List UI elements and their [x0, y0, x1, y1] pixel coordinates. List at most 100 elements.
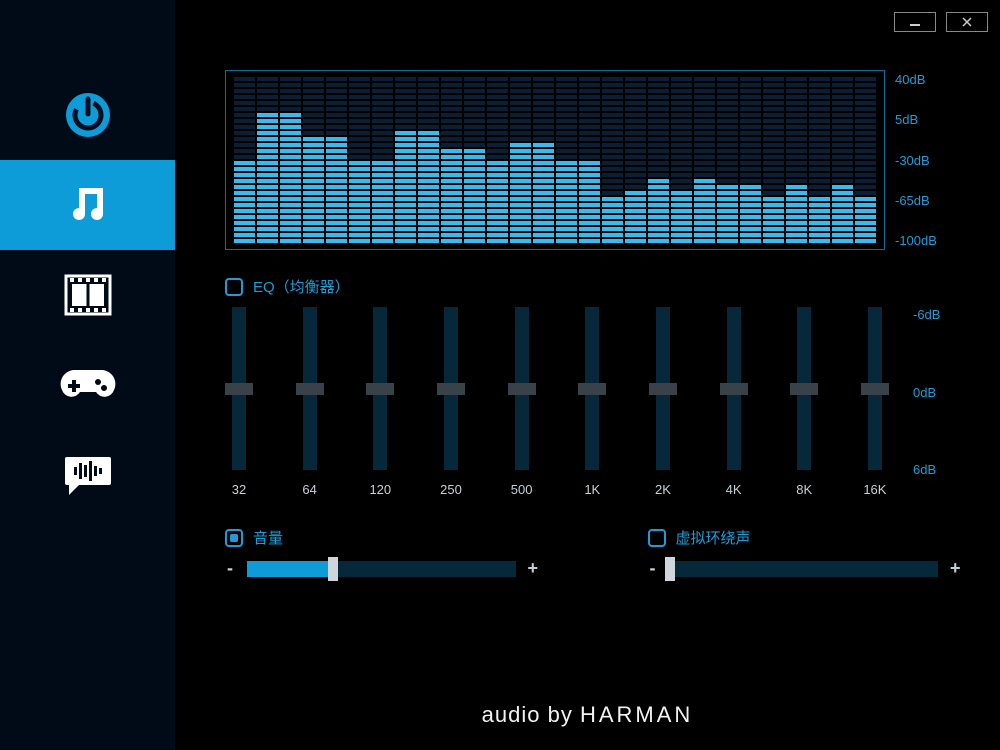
- surround-label: 虚拟环绕声: [676, 527, 751, 548]
- eq-slider-thumb[interactable]: [437, 383, 465, 395]
- spectrum-bar: [441, 77, 462, 243]
- eq-band: 8K: [790, 307, 818, 497]
- spectrum-scale-label: -30dB: [895, 153, 955, 168]
- eq-slider[interactable]: [797, 307, 811, 470]
- eq-slider[interactable]: [868, 307, 882, 470]
- eq-slider[interactable]: [232, 307, 246, 470]
- eq-band: 1K: [578, 307, 606, 497]
- eq-slider[interactable]: [303, 307, 317, 470]
- footer-branding: audio by HARMAN: [175, 702, 1000, 728]
- eq-slider-thumb[interactable]: [508, 383, 536, 395]
- volume-checkbox[interactable]: [225, 529, 243, 547]
- eq-band: 4K: [720, 307, 748, 497]
- spectrum-bar: [303, 77, 324, 243]
- surround-slider-thumb[interactable]: [665, 557, 675, 581]
- eq-scale-label: 6dB: [913, 462, 940, 477]
- eq-slider[interactable]: [515, 307, 529, 470]
- spectrum-analyzer: 40dB 5dB -30dB -65dB -100dB: [225, 70, 960, 250]
- eq-scale: -6dB 0dB 6dB: [913, 307, 940, 477]
- spectrum-bar: [349, 77, 370, 243]
- eq-freq-label: 64: [302, 482, 316, 497]
- spectrum-bar: [579, 77, 600, 243]
- eq-slider-thumb[interactable]: [790, 383, 818, 395]
- eq-checkbox[interactable]: [225, 278, 243, 296]
- sidebar-item-game[interactable]: [0, 340, 175, 430]
- spectrum-bar: [510, 77, 531, 243]
- eq-sliders: 32 64 120 250 500 1K 2K 4K 8K 16K: [225, 307, 895, 497]
- spectrum-bar: [832, 77, 853, 243]
- eq-freq-label: 16K: [863, 482, 886, 497]
- eq-band: 500: [508, 307, 536, 497]
- eq-slider[interactable]: [656, 307, 670, 470]
- film-icon: [64, 274, 112, 316]
- sidebar: [0, 0, 175, 750]
- volume-slider[interactable]: [247, 561, 516, 577]
- sidebar-item-power[interactable]: [0, 70, 175, 160]
- spectrum-bars: [225, 70, 885, 250]
- spectrum-bar: [740, 77, 761, 243]
- eq-slider-thumb[interactable]: [861, 383, 889, 395]
- surround-checkbox[interactable]: [648, 529, 666, 547]
- spectrum-bar: [717, 77, 738, 243]
- surround-plus-button[interactable]: +: [950, 558, 960, 579]
- spectrum-bar: [809, 77, 830, 243]
- eq-slider-thumb[interactable]: [225, 383, 253, 395]
- spectrum-scale-label: -65dB: [895, 193, 955, 208]
- volume-minus-button[interactable]: -: [225, 558, 235, 579]
- volume-plus-button[interactable]: +: [528, 558, 538, 579]
- footer-brand: HARMAN: [580, 702, 693, 727]
- eq-slider-thumb[interactable]: [720, 383, 748, 395]
- eq-freq-label: 32: [232, 482, 246, 497]
- spectrum-bar: [648, 77, 669, 243]
- voice-chat-icon: [63, 453, 113, 497]
- eq-freq-label: 8K: [796, 482, 812, 497]
- main-panel: 40dB 5dB -30dB -65dB -100dB EQ（均衡器） 32 64…: [175, 0, 1000, 750]
- eq-slider-thumb[interactable]: [578, 383, 606, 395]
- eq-freq-label: 1K: [584, 482, 600, 497]
- eq-freq-label: 250: [440, 482, 462, 497]
- eq-freq-label: 4K: [726, 482, 742, 497]
- spectrum-bar: [763, 77, 784, 243]
- spectrum-bar: [694, 77, 715, 243]
- power-icon: [63, 90, 113, 140]
- surround-slider[interactable]: [670, 561, 939, 577]
- eq-slider[interactable]: [585, 307, 599, 470]
- eq-band: 2K: [649, 307, 677, 497]
- eq-section: EQ（均衡器） 32 64 120 250 500 1K 2K 4K 8K 16K -6dB 0d…: [225, 276, 960, 497]
- eq-label: EQ（均衡器）: [253, 276, 350, 297]
- eq-slider-thumb[interactable]: [366, 383, 394, 395]
- sidebar-item-music[interactable]: [0, 160, 175, 250]
- surround-minus-button[interactable]: -: [648, 558, 658, 579]
- spectrum-scale-label: 5dB: [895, 112, 955, 127]
- footer-prefix: audio by: [482, 702, 580, 727]
- eq-freq-label: 2K: [655, 482, 671, 497]
- volume-group: 音量 - +: [225, 527, 538, 579]
- spectrum-bar: [372, 77, 393, 243]
- spectrum-scale-label: -100dB: [895, 233, 955, 248]
- eq-scale-label: -6dB: [913, 307, 940, 322]
- eq-freq-label: 120: [369, 482, 391, 497]
- eq-band: 120: [366, 307, 394, 497]
- eq-band: 250: [437, 307, 465, 497]
- gamepad-icon: [60, 366, 116, 404]
- spectrum-bar: [395, 77, 416, 243]
- eq-band: 16K: [861, 307, 889, 497]
- sidebar-item-voice[interactable]: [0, 430, 175, 520]
- eq-slider[interactable]: [727, 307, 741, 470]
- eq-slider[interactable]: [373, 307, 387, 470]
- spectrum-bar: [234, 77, 255, 243]
- eq-slider-thumb[interactable]: [296, 383, 324, 395]
- bottom-controls: 音量 - + 虚拟环绕声 - +: [225, 527, 960, 579]
- music-icon: [65, 182, 111, 228]
- spectrum-bar: [257, 77, 278, 243]
- eq-slider[interactable]: [444, 307, 458, 470]
- sidebar-item-movie[interactable]: [0, 250, 175, 340]
- spectrum-bar: [280, 77, 301, 243]
- volume-slider-thumb[interactable]: [328, 557, 338, 581]
- spectrum-bar: [556, 77, 577, 243]
- spectrum-bar: [786, 77, 807, 243]
- spectrum-bar: [464, 77, 485, 243]
- eq-slider-thumb[interactable]: [649, 383, 677, 395]
- eq-band: 64: [296, 307, 324, 497]
- spectrum-bar: [671, 77, 692, 243]
